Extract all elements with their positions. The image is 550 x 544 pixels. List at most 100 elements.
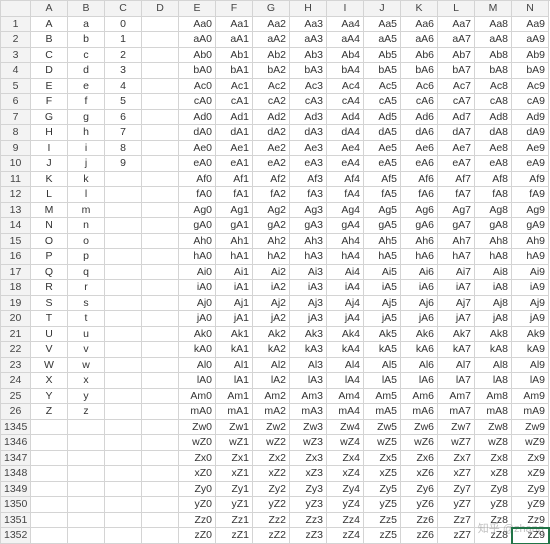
cell-L18[interactable]: iA7 [438,280,475,296]
cell-B1349[interactable] [68,482,105,498]
cell-L16[interactable]: hA7 [438,249,475,265]
cell-G9[interactable]: Ae2 [253,141,290,157]
cell-C21[interactable] [105,327,142,343]
cell-L20[interactable]: jA7 [438,311,475,327]
cell-D13[interactable] [142,203,179,219]
cell-M1352[interactable]: zZ8 [475,528,512,544]
cell-M19[interactable]: Aj8 [475,296,512,312]
column-header-N[interactable]: N [512,1,549,17]
row-header[interactable]: 2 [1,32,31,48]
cell-D15[interactable] [142,234,179,250]
cell-L9[interactable]: Ae7 [438,141,475,157]
cell-B25[interactable]: y [68,389,105,405]
cell-G18[interactable]: iA2 [253,280,290,296]
cell-A19[interactable]: S [31,296,68,312]
cell-I22[interactable]: kA4 [327,342,364,358]
cell-L23[interactable]: Al7 [438,358,475,374]
cell-J13[interactable]: Ag5 [364,203,401,219]
cell-G1348[interactable]: xZ2 [253,466,290,482]
cell-D11[interactable] [142,172,179,188]
cell-L3[interactable]: Ab7 [438,48,475,64]
cell-N20[interactable]: jA9 [512,311,549,327]
cell-E26[interactable]: mA0 [179,404,216,420]
cell-I10[interactable]: eA4 [327,156,364,172]
cell-G1346[interactable]: wZ2 [253,435,290,451]
cell-K25[interactable]: Am6 [401,389,438,405]
cell-B23[interactable]: w [68,358,105,374]
cell-D22[interactable] [142,342,179,358]
cell-K4[interactable]: bA6 [401,63,438,79]
cell-G8[interactable]: dA2 [253,125,290,141]
cell-E20[interactable]: jA0 [179,311,216,327]
cell-N22[interactable]: kA9 [512,342,549,358]
cell-C1347[interactable] [105,451,142,467]
cell-A20[interactable]: T [31,311,68,327]
cell-K18[interactable]: iA6 [401,280,438,296]
cell-H25[interactable]: Am3 [290,389,327,405]
cell-E9[interactable]: Ae0 [179,141,216,157]
cell-G11[interactable]: Af2 [253,172,290,188]
cell-A12[interactable]: L [31,187,68,203]
cell-H3[interactable]: Ab3 [290,48,327,64]
cell-N4[interactable]: bA9 [512,63,549,79]
cell-K5[interactable]: Ac6 [401,79,438,95]
cell-E1351[interactable]: Zz0 [179,513,216,529]
cell-I18[interactable]: iA4 [327,280,364,296]
cell-C12[interactable] [105,187,142,203]
cell-H8[interactable]: dA3 [290,125,327,141]
cell-M7[interactable]: Ad8 [475,110,512,126]
cell-H5[interactable]: Ac3 [290,79,327,95]
cell-E10[interactable]: eA0 [179,156,216,172]
cell-I1352[interactable]: zZ4 [327,528,364,544]
column-header-C[interactable]: C [105,1,142,17]
cell-K24[interactable]: lA6 [401,373,438,389]
cell-C7[interactable]: 6 [105,110,142,126]
cell-M18[interactable]: iA8 [475,280,512,296]
cell-I13[interactable]: Ag4 [327,203,364,219]
row-header[interactable]: 6 [1,94,31,110]
cell-M22[interactable]: kA8 [475,342,512,358]
cell-J1345[interactable]: Zw5 [364,420,401,436]
cell-F22[interactable]: kA1 [216,342,253,358]
cell-D21[interactable] [142,327,179,343]
cell-K2[interactable]: aA6 [401,32,438,48]
cell-I20[interactable]: jA4 [327,311,364,327]
cell-E24[interactable]: lA0 [179,373,216,389]
cell-E2[interactable]: aA0 [179,32,216,48]
cell-N26[interactable]: mA9 [512,404,549,420]
cell-J1[interactable]: Aa5 [364,17,401,33]
cell-F11[interactable]: Af1 [216,172,253,188]
cell-F19[interactable]: Aj1 [216,296,253,312]
row-header[interactable]: 22 [1,342,31,358]
cell-E7[interactable]: Ad0 [179,110,216,126]
cell-N1347[interactable]: Zx9 [512,451,549,467]
cell-K1349[interactable]: Zy6 [401,482,438,498]
cell-D4[interactable] [142,63,179,79]
cell-H11[interactable]: Af3 [290,172,327,188]
cell-M1345[interactable]: Zw8 [475,420,512,436]
cell-N1349[interactable]: Zy9 [512,482,549,498]
cell-I7[interactable]: Ad4 [327,110,364,126]
cell-B1346[interactable] [68,435,105,451]
cell-J22[interactable]: kA5 [364,342,401,358]
cell-A3[interactable]: C [31,48,68,64]
cell-I17[interactable]: Ai4 [327,265,364,281]
cell-H1352[interactable]: zZ3 [290,528,327,544]
cell-D3[interactable] [142,48,179,64]
row-header[interactable]: 8 [1,125,31,141]
cell-M1[interactable]: Aa8 [475,17,512,33]
cell-C13[interactable] [105,203,142,219]
cell-I24[interactable]: lA4 [327,373,364,389]
cell-M15[interactable]: Ah8 [475,234,512,250]
cell-H2[interactable]: aA3 [290,32,327,48]
cell-F1351[interactable]: Zz1 [216,513,253,529]
cell-B7[interactable]: g [68,110,105,126]
cell-E1349[interactable]: Zy0 [179,482,216,498]
cell-C26[interactable] [105,404,142,420]
cell-J1352[interactable]: zZ5 [364,528,401,544]
cell-J8[interactable]: dA5 [364,125,401,141]
cell-I6[interactable]: cA4 [327,94,364,110]
row-header[interactable]: 4 [1,63,31,79]
row-header[interactable]: 1347 [1,451,31,467]
cell-E15[interactable]: Ah0 [179,234,216,250]
